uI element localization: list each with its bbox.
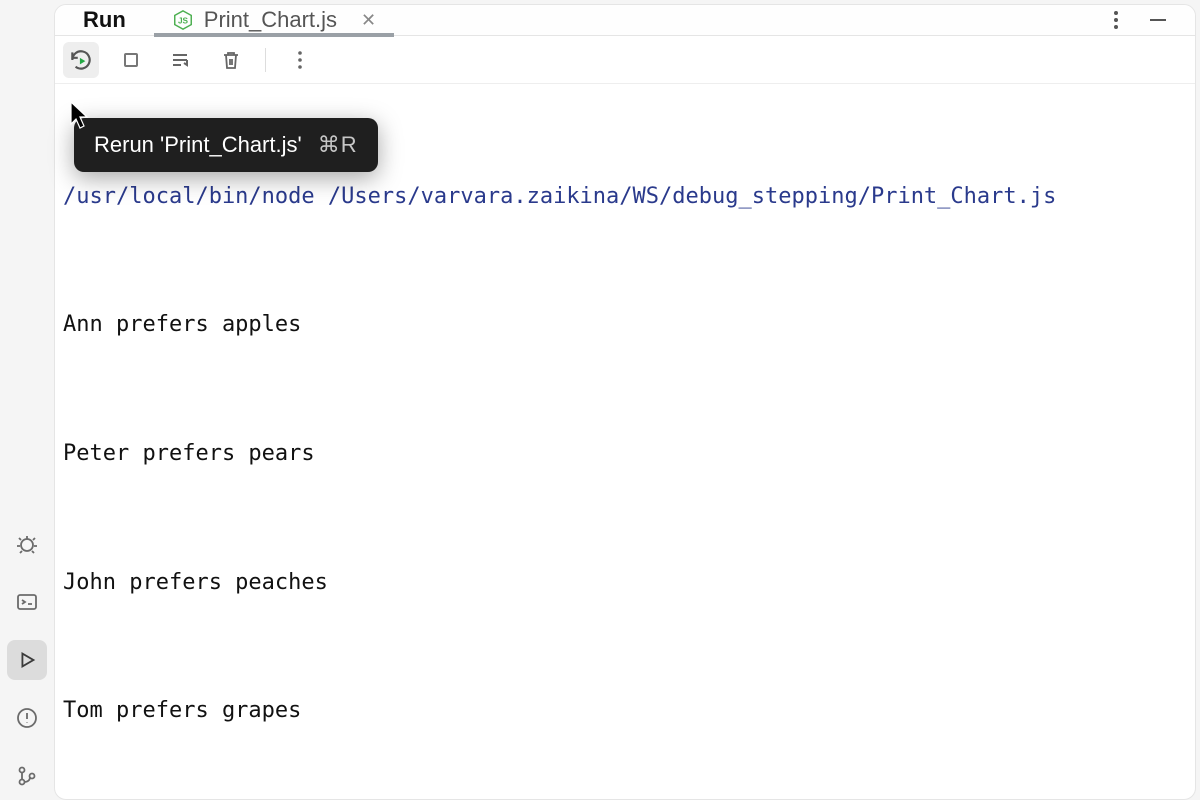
run-config-tab-label: Print_Chart.js (204, 7, 337, 33)
terminal-tool-icon[interactable] (7, 582, 47, 622)
rerun-tooltip: Rerun 'Print_Chart.js' ⌘R (74, 118, 378, 172)
console-line: John prefers peaches (63, 562, 1187, 605)
tool-window-title: Run (55, 7, 154, 33)
run-tool-icon[interactable] (7, 640, 47, 680)
console-line: Ann prefers apples (63, 304, 1187, 347)
console-line: Peter prefers pears (63, 433, 1187, 476)
debug-tool-icon[interactable] (7, 524, 47, 564)
run-config-tab[interactable]: JS Print_Chart.js ✕ (154, 7, 394, 37)
app-root: Run JS Print_Chart.js ✕ (0, 0, 1200, 800)
close-tab-icon[interactable]: ✕ (361, 10, 376, 31)
run-toolbar (55, 36, 1195, 84)
toolbar-more-icon[interactable] (282, 42, 318, 78)
nodejs-file-icon: JS (172, 9, 194, 31)
clear-all-button[interactable] (213, 42, 249, 78)
problems-tool-icon[interactable] (7, 698, 47, 738)
tooltip-shortcut: ⌘R (318, 132, 358, 158)
console-output[interactable]: /usr/local/bin/node /Users/varvara.zaiki… (55, 84, 1195, 800)
svg-text:JS: JS (178, 17, 189, 26)
toolbar-divider (265, 48, 266, 72)
rerun-button[interactable] (63, 42, 99, 78)
tooltip-text: Rerun 'Print_Chart.js' (94, 132, 302, 158)
console-line: Tom prefers grapes (63, 690, 1187, 733)
soft-wrap-button[interactable] (163, 42, 199, 78)
console-command-line: /usr/local/bin/node /Users/varvara.zaiki… (63, 176, 1187, 219)
minimize-tool-window-icon[interactable] (1147, 9, 1169, 31)
stop-button[interactable] (113, 42, 149, 78)
left-tool-rail (0, 0, 54, 800)
tool-window-tabbar: Run JS Print_Chart.js ✕ (55, 5, 1195, 36)
vcs-tool-icon[interactable] (7, 756, 47, 796)
tabbar-more-icon[interactable] (1113, 9, 1119, 31)
